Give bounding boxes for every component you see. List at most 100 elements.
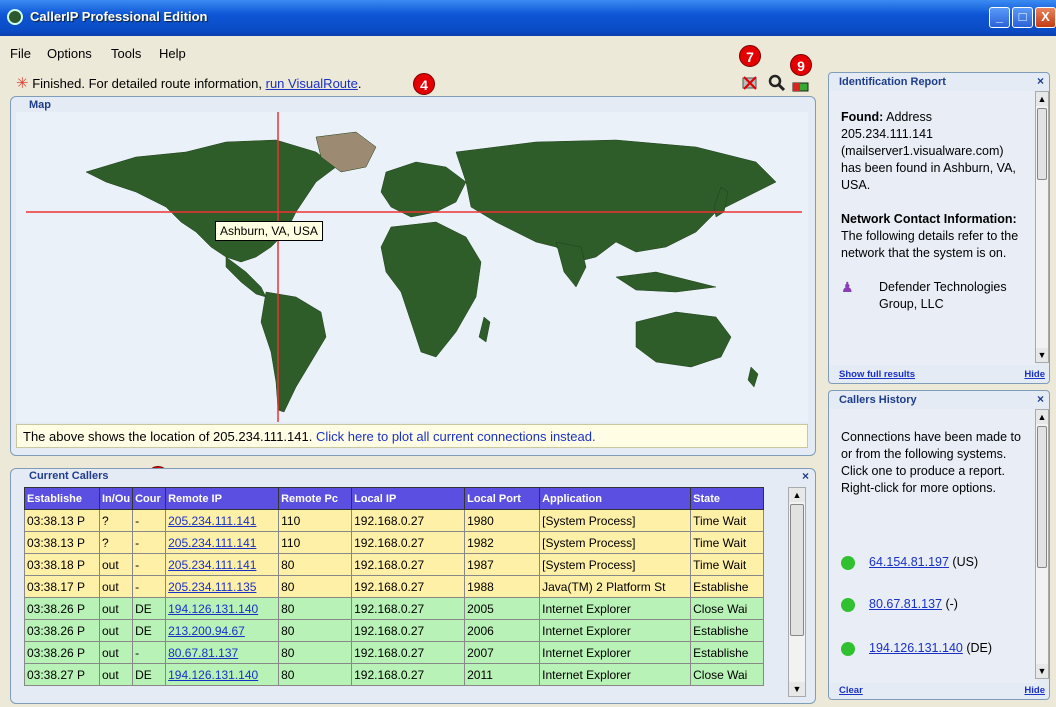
- cell-remote-ip[interactable]: 205.234.111.141: [165, 553, 280, 576]
- title-bar[interactable]: CallerIP Professional Edition _ □ X: [0, 0, 1056, 36]
- table-row[interactable]: 03:38.26 Pout DE 213.200.94.67 80 192.168.0.…: [24, 619, 765, 642]
- cell-local-ip: 192.168.0.27: [351, 553, 466, 576]
- col-local-ip[interactable]: Local IP: [351, 487, 466, 510]
- table-row[interactable]: 03:38.26 Pout DE 194.126.131.140 80 192.168.…: [24, 597, 765, 620]
- callers-table: Establishe In/Ou Cour Remote IP Remote P…: [24, 487, 765, 686]
- cell-remote-ip[interactable]: 194.126.131.140: [165, 597, 280, 620]
- col-country[interactable]: Cour: [132, 487, 167, 510]
- col-application[interactable]: Application: [539, 487, 692, 510]
- status-dot-icon: [841, 641, 855, 656]
- menu-bar: File Options Tools Help: [0, 36, 1056, 68]
- ident-scroll-thumb[interactable]: [1037, 108, 1047, 180]
- remote-ip-link[interactable]: 194.126.131.140: [168, 668, 258, 682]
- table-row[interactable]: 03:38.26 Pout -80.67.81.137 80 192.168.0.27…: [24, 641, 765, 664]
- search-icon[interactable]: [768, 74, 786, 97]
- clear-history-link[interactable]: Clear: [839, 685, 863, 696]
- callers-scrollbar[interactable]: ▲ ▼: [788, 487, 806, 697]
- show-full-results-link[interactable]: Show full results: [839, 369, 915, 380]
- ident-scroll-down-icon[interactable]: ▼: [1036, 348, 1048, 362]
- identification-footer: Show full results Hide: [829, 367, 1049, 383]
- run-visualroute-link[interactable]: run VisualRoute: [266, 76, 358, 91]
- cell-in-out: out: [98, 619, 134, 642]
- badge-9: 9: [790, 54, 812, 76]
- cell-remote-ip[interactable]: 205.234.111.135: [165, 575, 280, 598]
- menu-help[interactable]: Help: [159, 46, 186, 61]
- history-country: (US): [948, 555, 979, 569]
- identification-close-icon[interactable]: ×: [1037, 74, 1044, 88]
- history-country: (DE): [962, 641, 993, 655]
- menu-tools[interactable]: Tools: [111, 46, 141, 61]
- table-row[interactable]: 03:38.13 P? -205.234.111.141 110 192.168.0.…: [24, 509, 765, 532]
- identification-hide-link[interactable]: Hide: [1024, 369, 1045, 380]
- history-ip-link[interactable]: 194.126.131.140: [869, 641, 963, 655]
- cell-country: DE: [132, 597, 167, 620]
- table-row[interactable]: 03:38.17 Pout -205.234.111.135 80 192.168.0…: [24, 575, 765, 598]
- col-state[interactable]: State: [690, 487, 765, 510]
- history-item[interactable]: 194.126.131.140 (DE): [841, 641, 992, 656]
- cell-remote-ip[interactable]: 80.67.81.137: [165, 641, 280, 664]
- close-button[interactable]: X: [1035, 7, 1056, 28]
- history-item[interactable]: 64.154.81.197 (US): [841, 555, 978, 570]
- history-hide-link[interactable]: Hide: [1024, 685, 1045, 696]
- col-local-port[interactable]: Local Port: [464, 487, 541, 510]
- scroll-up-icon[interactable]: ▲: [789, 488, 805, 502]
- network-x-icon[interactable]: [741, 74, 759, 97]
- remote-ip-link[interactable]: 205.234.111.135: [168, 580, 256, 594]
- col-remote-ip[interactable]: Remote IP: [165, 487, 280, 510]
- scroll-thumb[interactable]: [790, 504, 804, 636]
- history-close-icon[interactable]: ×: [1037, 392, 1044, 406]
- hist-scroll-up-icon[interactable]: ▲: [1036, 410, 1048, 424]
- remote-ip-link[interactable]: 205.234.111.141: [168, 558, 256, 572]
- current-callers-close-icon[interactable]: ×: [802, 469, 809, 483]
- cell-remote-ip[interactable]: 213.200.94.67: [165, 619, 280, 642]
- identification-scrollbar[interactable]: ▲ ▼: [1035, 91, 1049, 363]
- col-remote-port[interactable]: Remote Pc: [278, 487, 353, 510]
- menu-options[interactable]: Options: [47, 46, 92, 61]
- badge-4: 4: [413, 73, 435, 95]
- status-end: .: [357, 76, 362, 91]
- hist-scroll-thumb[interactable]: [1037, 426, 1047, 568]
- cell-application: [System Process]: [539, 509, 692, 532]
- cell-in-out: out: [98, 641, 134, 664]
- cell-local-ip: 192.168.0.27: [351, 575, 466, 598]
- history-ip-link[interactable]: 80.67.81.137: [869, 597, 942, 611]
- table-row[interactable]: 03:38.27 Pout DE 194.126.131.140 80 192.168.…: [24, 663, 765, 686]
- status-spinner-icon: ✳: [16, 75, 29, 92]
- cell-application: [System Process]: [539, 553, 692, 576]
- cell-application: Internet Explorer: [539, 619, 692, 642]
- cell-remote-port: 110: [278, 531, 353, 554]
- history-scrollbar[interactable]: ▲ ▼: [1035, 409, 1049, 679]
- app-icon: [7, 9, 23, 25]
- org-name: Defender Technologies Group, LLC: [879, 280, 1007, 311]
- col-established[interactable]: Establishe: [24, 487, 100, 510]
- hist-scroll-down-icon[interactable]: ▼: [1036, 664, 1048, 678]
- cell-in-out: out: [98, 663, 134, 686]
- identification-body: Found: Address 205.234.111.141 (mailserv…: [829, 91, 1037, 365]
- scroll-down-icon[interactable]: ▼: [789, 682, 805, 696]
- table-row[interactable]: 03:38.18 Pout -205.234.111.141 80 192.168.0…: [24, 553, 765, 576]
- world-map[interactable]: Ashburn, VA, USA: [16, 112, 808, 422]
- cell-remote-ip[interactable]: 205.234.111.141: [165, 509, 280, 532]
- remote-ip-link[interactable]: 213.200.94.67: [168, 624, 245, 638]
- status-dot-icon: [841, 555, 855, 570]
- remote-ip-link[interactable]: 205.234.111.141: [168, 536, 256, 550]
- minimize-button[interactable]: _: [989, 7, 1010, 28]
- col-in-out[interactable]: In/Ou: [98, 487, 134, 510]
- remote-ip-link[interactable]: 80.67.81.137: [168, 646, 238, 660]
- history-ip-link[interactable]: 64.154.81.197: [869, 555, 949, 569]
- maximize-button[interactable]: □: [1012, 7, 1033, 28]
- cell-state: Establishe: [690, 641, 765, 664]
- cell-state: Close Wai: [690, 663, 765, 686]
- network-label: Network Contact Information:: [841, 212, 1017, 226]
- remote-ip-link[interactable]: 205.234.111.141: [168, 514, 256, 528]
- cell-country: DE: [132, 663, 167, 686]
- menu-file[interactable]: File: [10, 46, 31, 61]
- history-item[interactable]: 80.67.81.137 (-): [841, 597, 958, 612]
- cell-local-port: 1982: [464, 531, 541, 554]
- ident-scroll-up-icon[interactable]: ▲: [1036, 92, 1048, 106]
- remote-ip-link[interactable]: 194.126.131.140: [168, 602, 258, 616]
- table-row[interactable]: 03:38.13 P? -205.234.111.141 110 192.168.0.…: [24, 531, 765, 554]
- cell-remote-ip[interactable]: 194.126.131.140: [165, 663, 280, 686]
- plot-all-connections-link[interactable]: Click here to plot all current connectio…: [316, 429, 596, 444]
- cell-remote-ip[interactable]: 205.234.111.141: [165, 531, 280, 554]
